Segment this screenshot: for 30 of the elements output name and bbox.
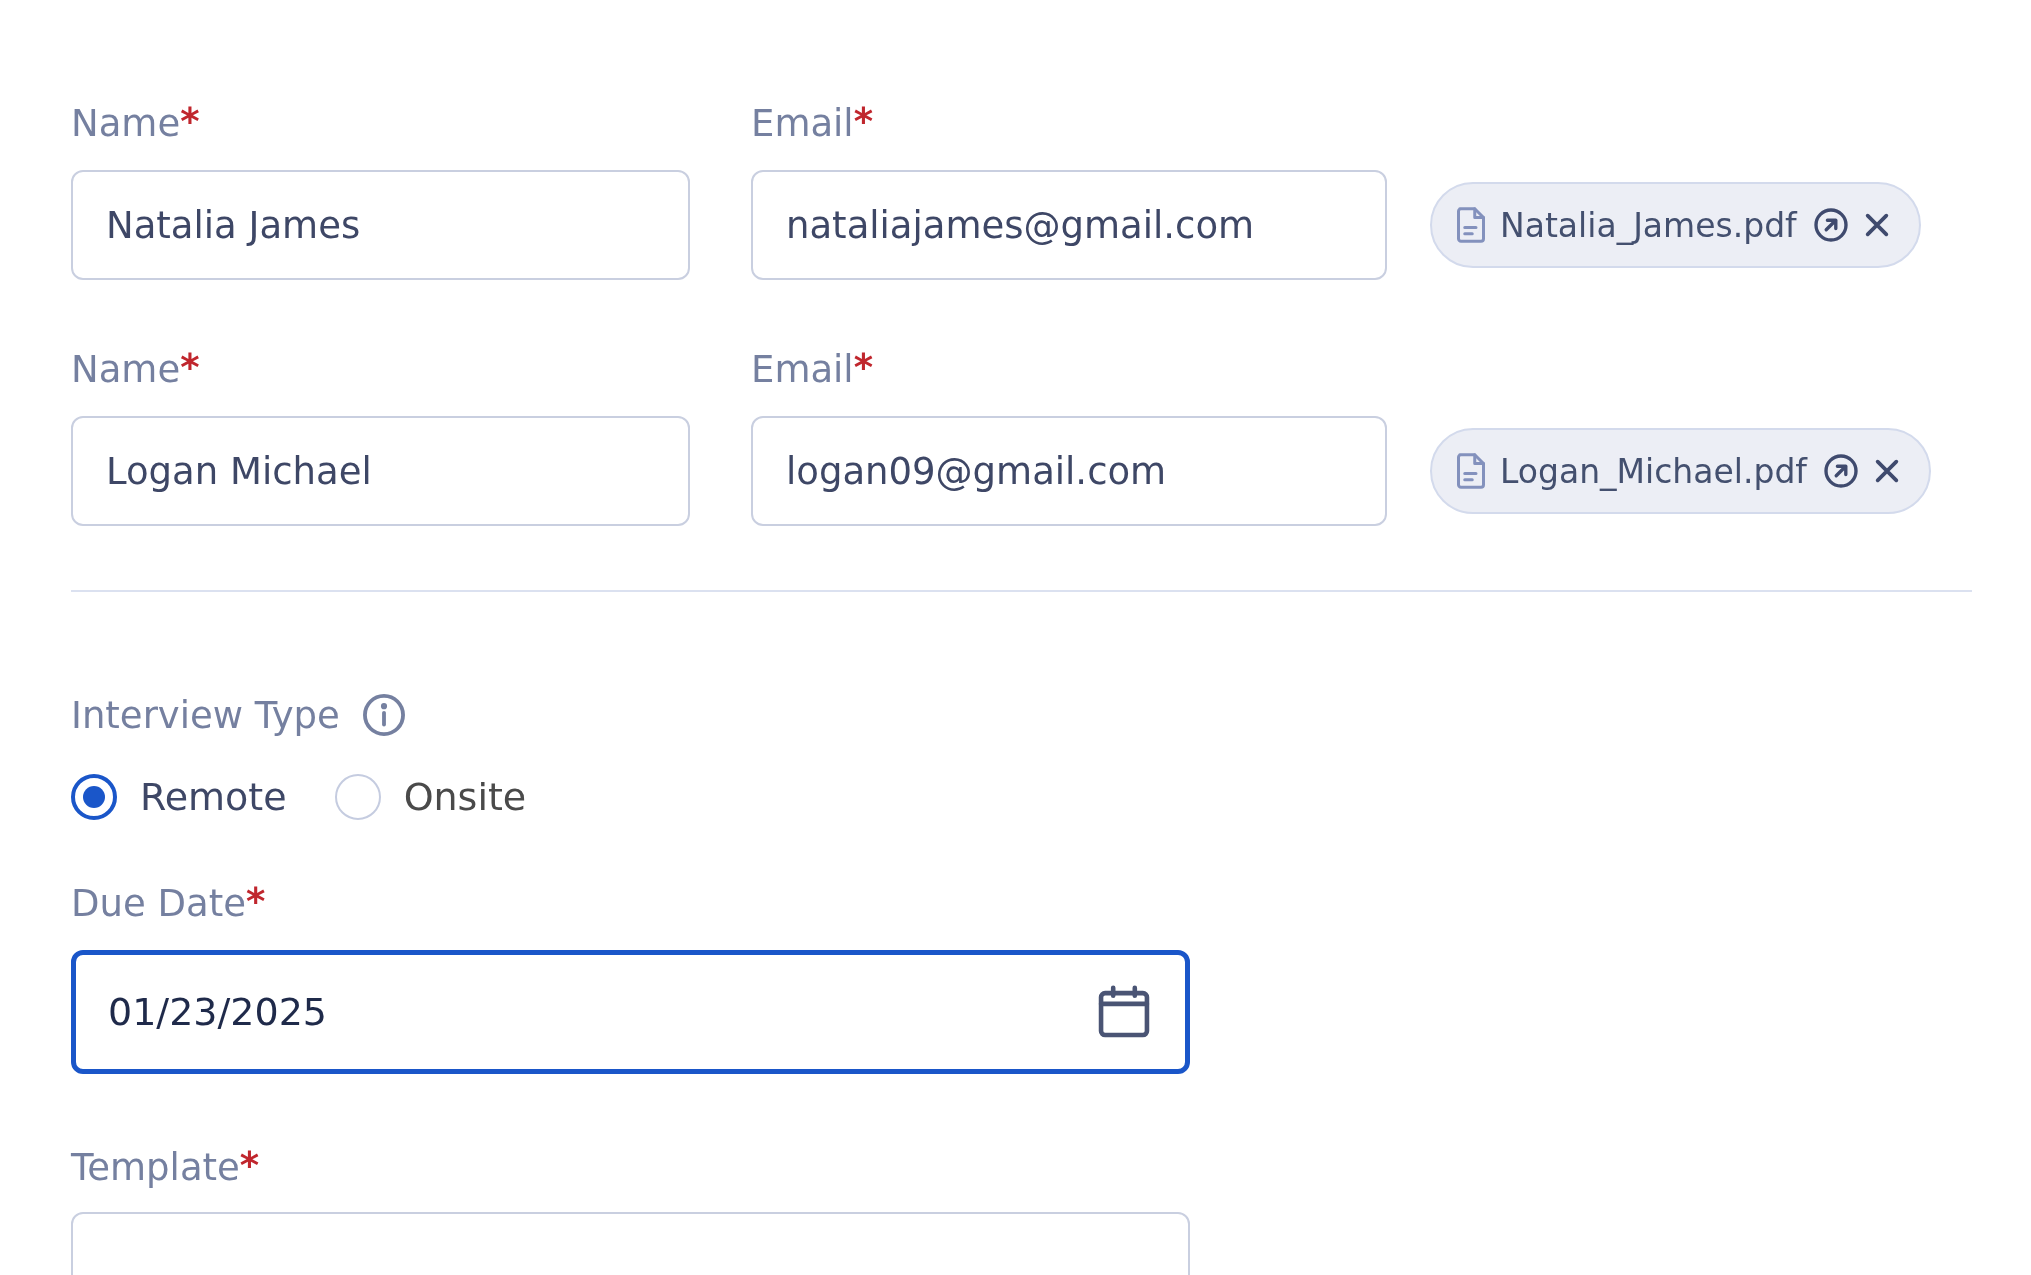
email-field[interactable]: logan09@gmail.com	[751, 416, 1387, 526]
section-label: Interview Type	[71, 693, 340, 737]
radio-option[interactable]: Remote	[71, 774, 287, 820]
radio-option[interactable]: Onsite	[334, 774, 527, 820]
field-label: Email	[751, 101, 854, 145]
email-field[interactable]: nataliajames@gmail.com	[751, 170, 1387, 280]
date-field[interactable]: 01/23/2025	[71, 950, 1190, 1074]
required-mark: *	[180, 346, 200, 389]
required-mark: *	[245, 880, 266, 923]
open-link-icon[interactable]	[1812, 207, 1849, 243]
field-label: Name	[71, 347, 181, 391]
calendar-icon[interactable]	[1097, 984, 1151, 1040]
required-mark: *	[239, 1144, 260, 1187]
name-field[interactable]: Natalia James	[71, 170, 690, 280]
open-link-icon[interactable]	[1823, 453, 1859, 489]
field-label: Email	[751, 347, 854, 391]
file-name: Natalia_James.pdf	[1500, 205, 1797, 245]
document-icon	[1456, 206, 1486, 244]
document-icon	[1456, 452, 1486, 490]
close-icon[interactable]	[1873, 457, 1901, 485]
radio-button[interactable]	[71, 774, 117, 820]
field-label: Due Date	[71, 881, 246, 925]
field-label: Name	[71, 101, 181, 145]
field-label: Template	[71, 1145, 240, 1189]
required-mark: *	[853, 346, 873, 389]
required-mark: *	[180, 100, 200, 143]
info-icon[interactable]	[361, 693, 406, 737]
required-mark: *	[853, 100, 873, 143]
file-name: Logan_Michael.pdf	[1500, 451, 1807, 491]
name-field[interactable]: Logan Michael	[71, 416, 690, 526]
